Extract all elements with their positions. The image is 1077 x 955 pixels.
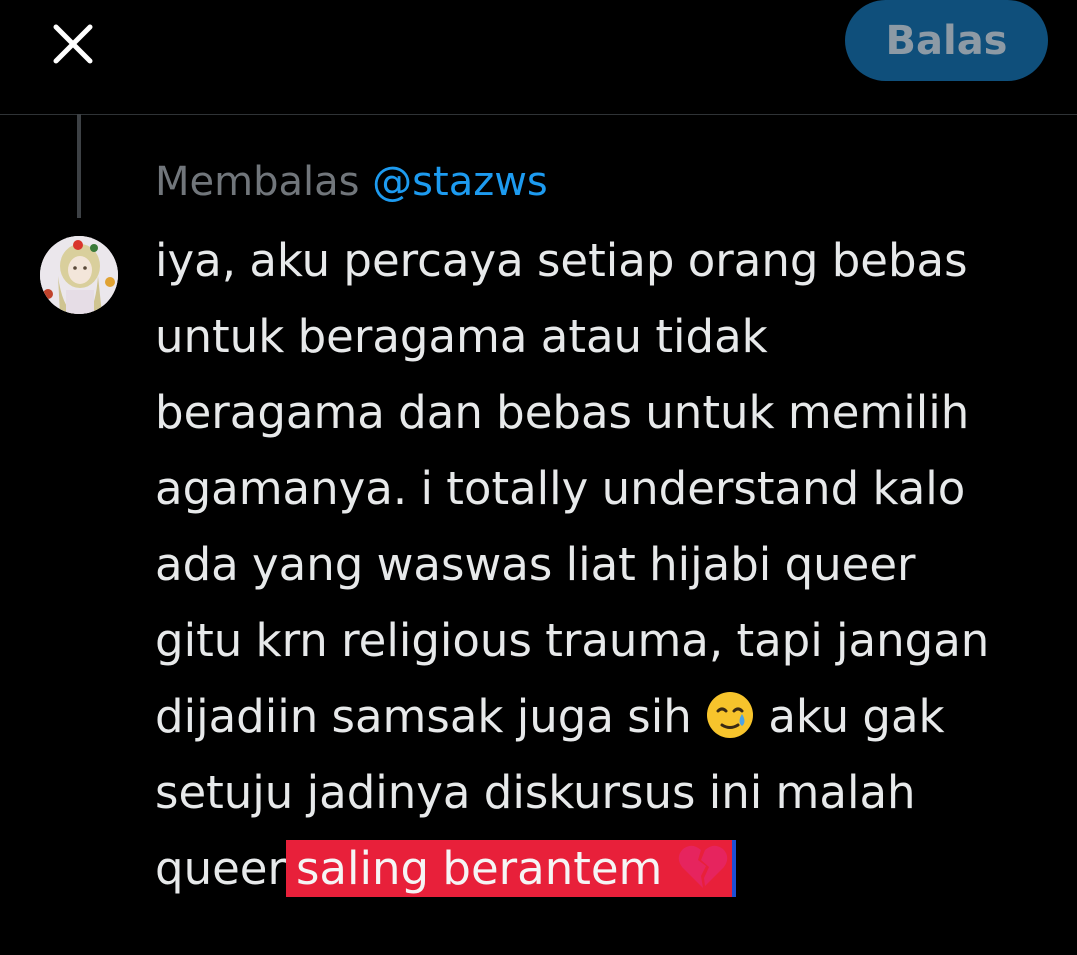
replying-prefix: Membalas: [155, 159, 360, 205]
tweet-line: queer saling berantem: [155, 831, 1055, 907]
tweet-text-segment: dijadiin samsak juga sih: [155, 690, 692, 743]
close-icon[interactable]: [44, 15, 102, 73]
replying-to: Membalas @stazws: [155, 158, 548, 206]
tweet-line: agamanya. i totally understand kalo: [155, 462, 966, 515]
tweet-text-segment: aku gak: [768, 690, 945, 743]
reply-button[interactable]: Balas: [845, 0, 1048, 81]
top-bar: Balas: [0, 0, 1077, 115]
thread-line: [77, 114, 81, 218]
selected-text: saling berantem: [295, 842, 663, 895]
tweet-line: setuju jadinya diskursus ini malah: [155, 766, 916, 819]
tweet-line: dijadiin samsak juga sih aku gak: [155, 679, 1055, 755]
tweet-text: iya, aku percaya setiap orang bebas untu…: [155, 223, 1055, 907]
broken-heart-icon: [676, 842, 730, 892]
avatar[interactable]: [40, 236, 118, 314]
replying-handle-link[interactable]: @stazws: [372, 159, 548, 205]
tweet-line: iya, aku percaya setiap orang bebas: [155, 234, 968, 287]
smiling-face-with-tear-icon: [705, 690, 755, 740]
tweet-line: beragama dan bebas untuk memilih: [155, 386, 970, 439]
tweet-line: untuk beragama atau tidak: [155, 310, 768, 363]
text-selection[interactable]: saling berantem: [285, 840, 736, 897]
tweet-text-segment: queer: [155, 842, 286, 895]
tweet-line: ada yang waswas liat hijabi queer: [155, 538, 916, 591]
tweet-line: gitu krn religious trauma, tapi jangan: [155, 614, 990, 667]
